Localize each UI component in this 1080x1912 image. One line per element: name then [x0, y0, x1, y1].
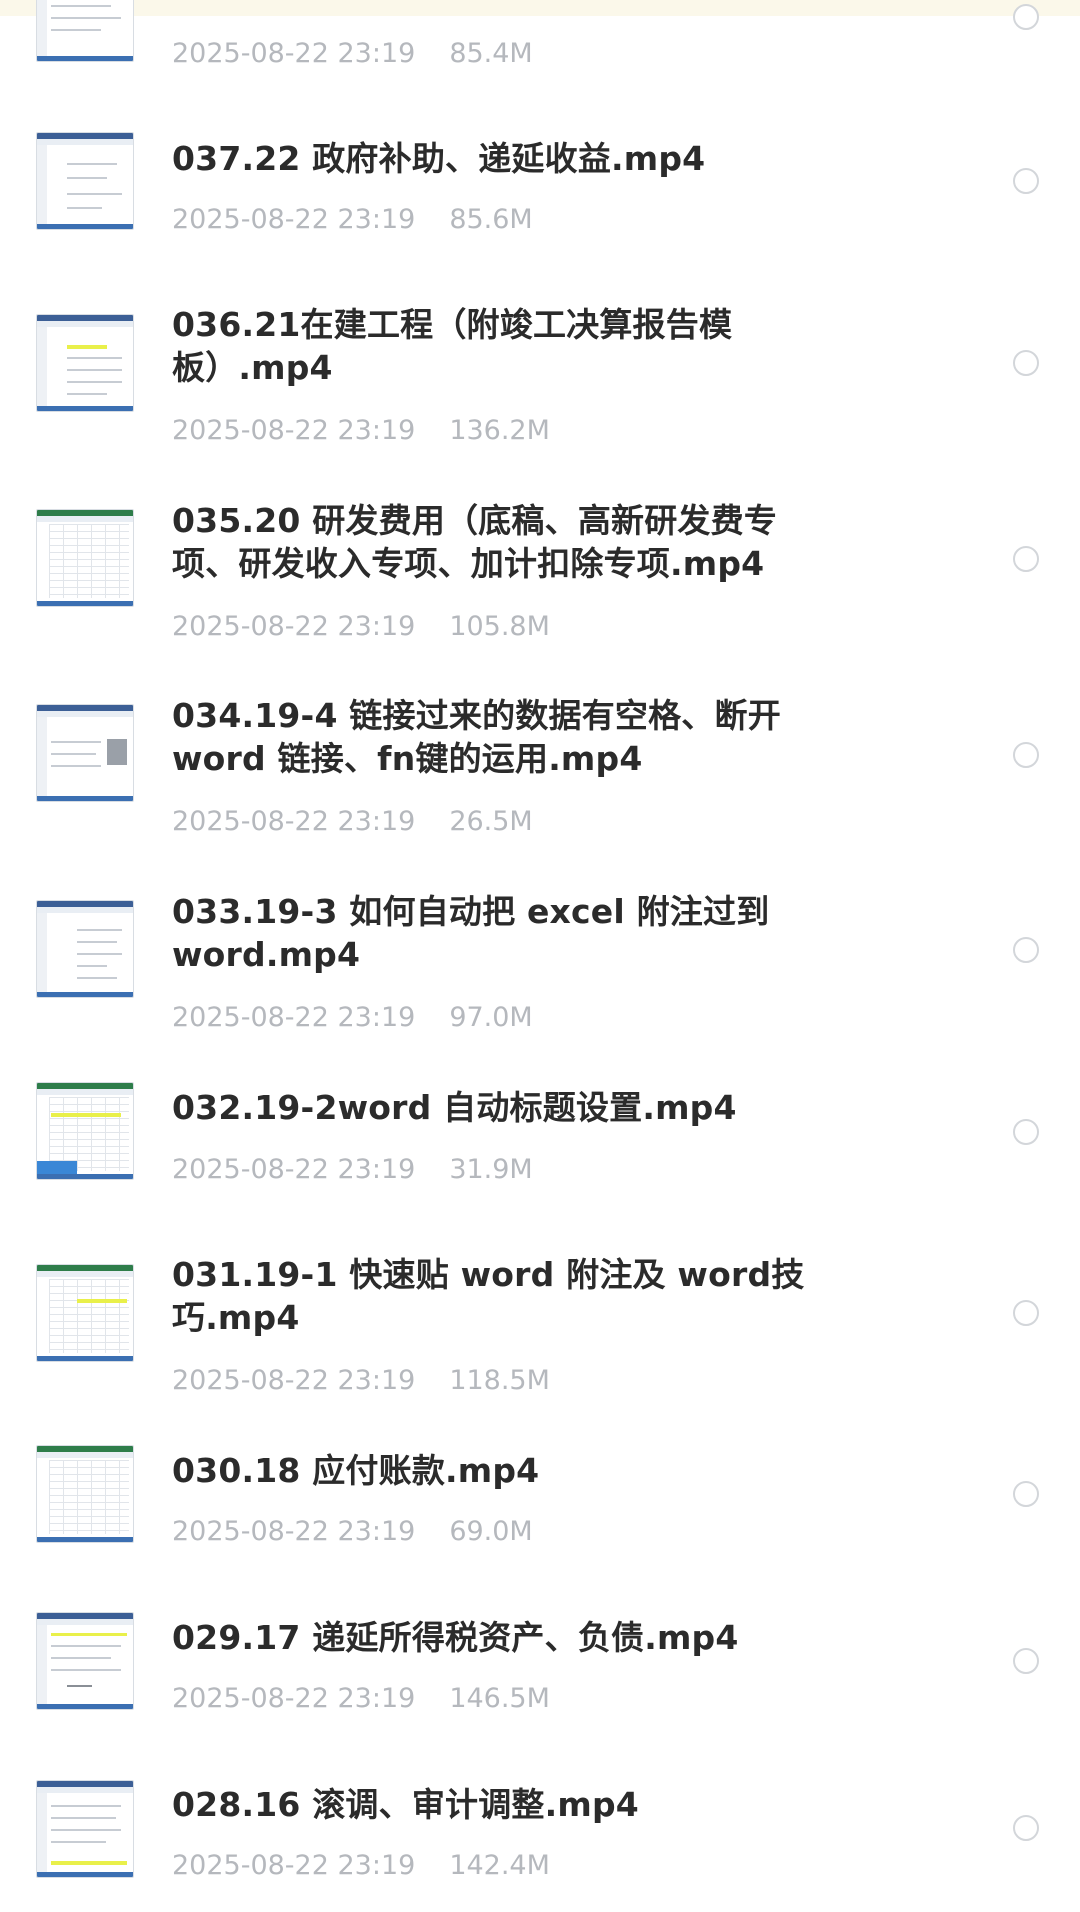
- file-size: 97.0M: [449, 1002, 533, 1033]
- file-date: 2025-08-22 23:19: [172, 1154, 416, 1185]
- file-list: 2025-08-22 23:19 85.4M 037.22 政府补助、递延收益.m…: [0, 0, 1080, 1912]
- select-radio[interactable]: [1013, 168, 1039, 194]
- file-size: 105.8M: [449, 611, 550, 642]
- video-thumbnail: [36, 1264, 134, 1362]
- file-date: 2025-08-22 23:19: [172, 1516, 416, 1547]
- video-thumbnail: [36, 900, 134, 998]
- file-meta: 2025-08-22 23:19 142.4M: [172, 1850, 550, 1881]
- video-thumbnail: [36, 314, 134, 412]
- video-thumbnail: [36, 0, 134, 62]
- file-date: 2025-08-22 23:19: [172, 1365, 416, 1396]
- video-thumbnail: [36, 1612, 134, 1710]
- file-meta: 2025-08-22 23:19 136.2M: [172, 415, 550, 446]
- file-size: 85.4M: [449, 38, 533, 69]
- file-meta: 2025-08-22 23:19 69.0M: [172, 1516, 533, 1547]
- file-name: 034.19-4 链接过来的数据有空格、断开word 链接、fn键的运用.mp4: [172, 696, 781, 778]
- file-meta: 2025-08-22 23:19 31.9M: [172, 1154, 533, 1185]
- video-thumbnail: [36, 1780, 134, 1878]
- file-date: 2025-08-22 23:19: [172, 806, 416, 837]
- select-radio[interactable]: [1013, 937, 1039, 963]
- select-radio[interactable]: [1013, 4, 1039, 30]
- file-size: 136.2M: [449, 415, 550, 446]
- file-date: 2025-08-22 23:19: [172, 415, 416, 446]
- file-name: 031.19-1 快速贴 word 附注及 word技巧.mp4: [172, 1255, 805, 1337]
- file-meta: 2025-08-22 23:19 85.4M: [172, 38, 533, 69]
- video-thumbnail: [36, 1082, 134, 1180]
- file-size: 69.0M: [449, 1516, 533, 1547]
- file-meta: 2025-08-22 23:19 105.8M: [172, 611, 550, 642]
- file-size: 146.5M: [449, 1683, 550, 1714]
- video-thumbnail: [36, 1445, 134, 1543]
- select-radio[interactable]: [1013, 350, 1039, 376]
- file-name: 028.16 滚调、审计调整.mp4: [172, 1785, 639, 1824]
- select-radio[interactable]: [1013, 1648, 1039, 1674]
- file-size: 118.5M: [449, 1365, 550, 1396]
- file-name: 032.19-2word 自动标题设置.mp4: [172, 1088, 737, 1127]
- video-thumbnail: [36, 132, 134, 230]
- select-radio[interactable]: [1013, 1815, 1039, 1841]
- file-name: 029.17 递延所得税资产、负债.mp4: [172, 1618, 739, 1657]
- select-radio[interactable]: [1013, 1300, 1039, 1326]
- file-date: 2025-08-22 23:19: [172, 1850, 416, 1881]
- file-date: 2025-08-22 23:19: [172, 1683, 416, 1714]
- video-thumbnail: [36, 509, 134, 607]
- file-name: 035.20 研发费用（底稿、高新研发费专项、研发收入专项、加计扣除专项.mp4: [172, 501, 778, 583]
- file-name: 036.21在建工程（附竣工决算报告模板）.mp4: [172, 305, 733, 387]
- select-radio[interactable]: [1013, 1119, 1039, 1145]
- file-date: 2025-08-22 23:19: [172, 204, 416, 235]
- file-meta: 2025-08-22 23:19 26.5M: [172, 806, 533, 837]
- select-radio[interactable]: [1013, 742, 1039, 768]
- file-size: 26.5M: [449, 806, 533, 837]
- file-name: 033.19-3 如何自动把 excel 附注过到word.mp4: [172, 892, 770, 974]
- file-name: 037.22 政府补助、递延收益.mp4: [172, 139, 706, 178]
- file-size: 142.4M: [449, 1850, 550, 1881]
- file-size: 85.6M: [449, 204, 533, 235]
- select-radio[interactable]: [1013, 546, 1039, 572]
- file-meta: 2025-08-22 23:19 146.5M: [172, 1683, 550, 1714]
- video-thumbnail: [36, 704, 134, 802]
- file-date: 2025-08-22 23:19: [172, 38, 416, 69]
- select-radio[interactable]: [1013, 1481, 1039, 1507]
- file-size: 31.9M: [449, 1154, 533, 1185]
- file-date: 2025-08-22 23:19: [172, 1002, 416, 1033]
- file-meta: 2025-08-22 23:19 85.6M: [172, 204, 533, 235]
- file-meta: 2025-08-22 23:19 118.5M: [172, 1365, 550, 1396]
- file-meta: 2025-08-22 23:19 97.0M: [172, 1002, 533, 1033]
- file-name: 030.18 应付账款.mp4: [172, 1451, 540, 1490]
- file-date: 2025-08-22 23:19: [172, 611, 416, 642]
